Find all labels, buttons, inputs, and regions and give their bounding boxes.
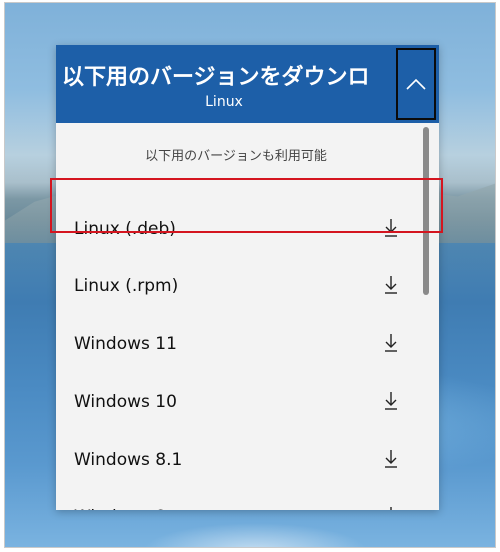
download-dropdown-panel: 以下用のバージョンをダウンロ Linux 以下用のバージョンも利用可能 Linu… [56, 45, 439, 510]
download-icon[interactable] [383, 505, 399, 510]
download-icon[interactable] [383, 274, 399, 296]
scrollbar-thumb[interactable] [423, 127, 429, 295]
item-label: Windows 11 [74, 334, 177, 354]
download-icon[interactable] [383, 390, 399, 412]
item-label: Windows 8.1 [74, 450, 183, 470]
collapse-button[interactable] [396, 48, 436, 120]
download-item-linux-deb[interactable]: Linux (.deb) [56, 204, 421, 254]
item-label: Windows 10 [74, 392, 177, 412]
header-title: 以下用のバージョンをダウンロ [62, 65, 370, 90]
version-list[interactable]: 以下用のバージョンも利用可能 Linux (.deb) Linux (.rpm)… [56, 123, 439, 510]
download-icon[interactable] [383, 332, 399, 354]
list-note: 以下用のバージョンも利用可能 [145, 149, 327, 164]
item-label: Linux (.rpm) [74, 276, 179, 296]
chevron-up-icon [406, 78, 426, 90]
item-label: Linux (.deb) [74, 219, 176, 239]
selected-platform: Linux [205, 94, 243, 110]
download-item-windows-8-1[interactable]: Windows 8.1 [56, 435, 421, 485]
download-item-windows-8[interactable]: Windows 8 [56, 492, 421, 510]
vertical-scrollbar[interactable] [423, 123, 429, 510]
item-label: Windows 8 [74, 492, 166, 510]
dropdown-header[interactable]: 以下用のバージョンをダウンロ Linux [56, 45, 439, 123]
download-icon[interactable] [383, 448, 399, 470]
download-item-windows-11[interactable]: Windows 11 [56, 319, 421, 369]
download-item-windows-10[interactable]: Windows 10 [56, 377, 421, 427]
download-icon[interactable] [383, 217, 399, 239]
download-item-linux-rpm[interactable]: Linux (.rpm) [56, 261, 421, 311]
